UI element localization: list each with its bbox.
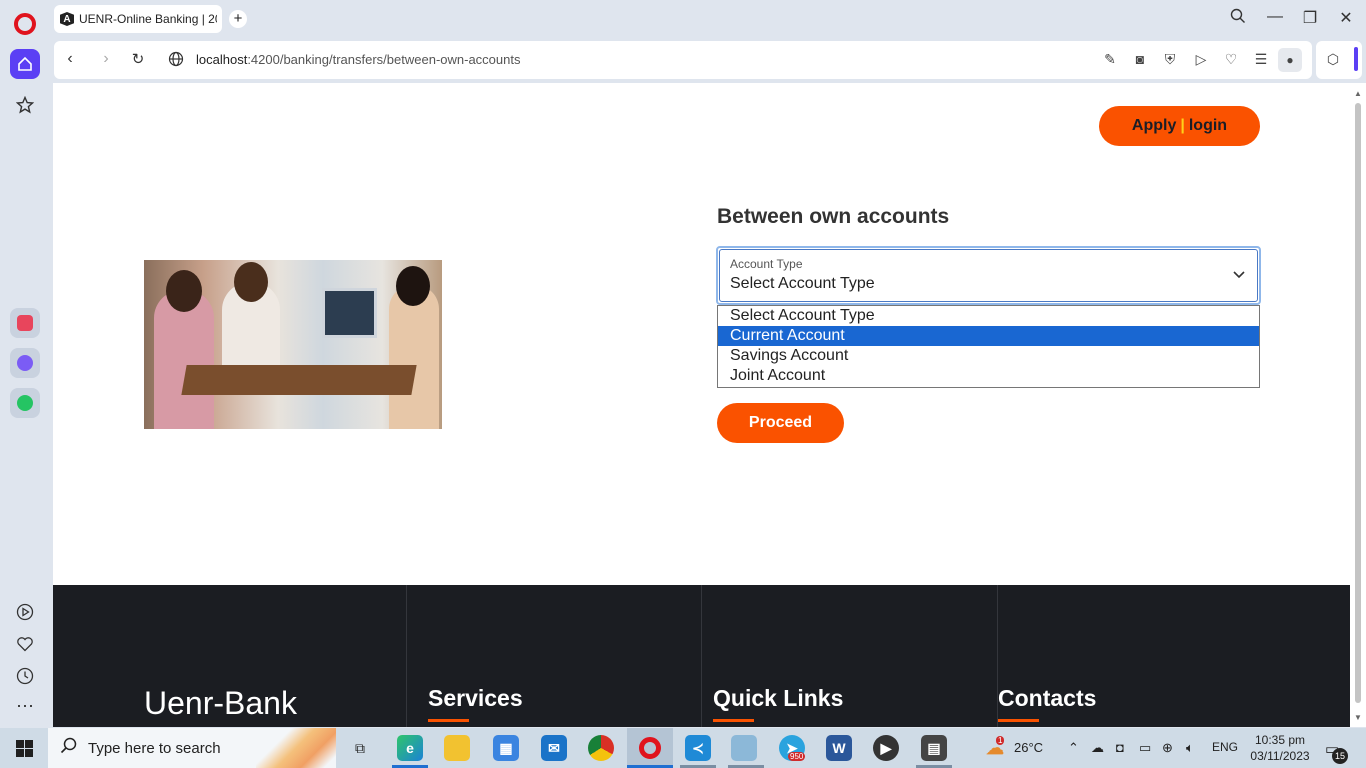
footer-services-heading: Services <box>428 685 523 711</box>
login-link[interactable]: login <box>1189 117 1227 135</box>
messenger-icon[interactable] <box>10 348 40 378</box>
forward-icon[interactable]: › <box>96 50 116 68</box>
camera-tray-icon[interactable]: ◘ <box>1116 740 1124 755</box>
opera-sidebar: ⋯ <box>0 0 50 728</box>
aria-app-icon[interactable] <box>10 308 40 338</box>
account-type-label: Account Type <box>730 257 803 271</box>
taskbar-search[interactable]: Type here to search <box>48 728 336 768</box>
chevron-up-icon[interactable]: ⌃ <box>1068 740 1079 756</box>
notes-app-icon[interactable] <box>731 735 757 761</box>
volume-icon[interactable]: 🔈︎ <box>1186 740 1194 756</box>
option-savings-account[interactable]: Savings Account <box>718 346 1259 366</box>
mail-icon[interactable]: ✉ <box>541 735 567 761</box>
heading-underline <box>998 719 1039 722</box>
opera-logo-icon[interactable] <box>14 13 36 35</box>
weather-cloud-icon[interactable]: ☁ <box>982 735 1008 761</box>
tab-title: UENR-Online Banking | 20 <box>79 12 217 26</box>
windows-start-icon[interactable] <box>16 740 33 757</box>
sidebar-accent-bar <box>1354 47 1358 71</box>
history-icon[interactable] <box>10 661 40 691</box>
page-title: Between own accounts <box>717 205 950 228</box>
apply-login-button[interactable]: Apply | login <box>1099 106 1260 146</box>
angular-favicon-icon: A <box>60 12 74 26</box>
media-player-icon[interactable]: ▶ <box>873 735 899 761</box>
whatsapp-icon[interactable] <box>10 388 40 418</box>
banking-meeting-photo <box>144 260 442 429</box>
edge-icon[interactable]: e <box>397 735 423 761</box>
page-viewport: Apply | login Between own accounts Accou… <box>53 83 1350 727</box>
apply-login-separator: | <box>1180 117 1185 134</box>
onedrive-icon[interactable]: ☁ <box>1091 740 1104 756</box>
notification-badge: 15 <box>1332 748 1348 764</box>
send-icon[interactable]: ▷ <box>1192 51 1210 68</box>
page-scrollbar[interactable]: ▲ ▼ <box>1350 83 1366 727</box>
new-tab-plus-icon[interactable]: + <box>229 10 247 28</box>
clock-date: 03/11/2023 <box>1250 749 1310 763</box>
proceed-button[interactable]: Proceed <box>717 403 844 443</box>
star-icon[interactable] <box>10 90 40 120</box>
more-icon[interactable]: ⋯ <box>10 691 40 721</box>
network-globe-icon[interactable]: ⊕ <box>1162 740 1173 756</box>
back-icon[interactable]: ‹ <box>60 50 80 68</box>
adblock-shield-icon[interactable]: ⛨ <box>1161 51 1179 68</box>
windows-taskbar: Type here to search ⧉ e ▦ ✉ ≺ ➤ 950 W ▶ … <box>0 728 1366 768</box>
language-indicator[interactable]: ENG <box>1212 740 1238 754</box>
player-icon[interactable] <box>10 597 40 627</box>
extensions-box: ⬡ <box>1316 41 1362 79</box>
footer-divider <box>406 585 407 727</box>
battery-icon[interactable]: ▭ <box>1139 740 1151 756</box>
microsoft-store-icon[interactable]: ▦ <box>493 735 519 761</box>
heart-icon[interactable] <box>10 629 40 659</box>
footer-brand: Uenr-Bank <box>144 685 297 721</box>
file-explorer-icon[interactable] <box>444 735 470 761</box>
footer-divider <box>701 585 702 727</box>
url-field[interactable]: localhost:4200/banking/transfers/between… <box>196 52 520 67</box>
video-editor-icon[interactable]: ▤ <box>921 735 947 761</box>
heading-underline <box>713 719 754 722</box>
reload-icon[interactable]: ↻ <box>128 50 148 68</box>
account-type-value: Select Account Type <box>730 275 875 292</box>
browser-tab[interactable]: A UENR-Online Banking | 20 <box>54 5 222 33</box>
address-bar: ‹ › ↻ localhost:4200/banking/transfers/b… <box>54 41 1312 79</box>
footer: Uenr-Bank Services Quick Links Contacts <box>53 585 1350 727</box>
temperature[interactable]: 26°C <box>1014 740 1043 755</box>
globe-icon <box>166 51 186 72</box>
easy-setup-icon[interactable]: ☰ <box>1252 51 1270 68</box>
scrollbar-thumb[interactable] <box>1355 103 1361 703</box>
chrome-icon[interactable] <box>588 735 614 761</box>
extensions-cube-icon[interactable]: ⬡ <box>1324 51 1342 68</box>
account-type-select[interactable]: Account Type Select Account Type <box>716 246 1261 305</box>
vscode-icon[interactable]: ≺ <box>685 735 711 761</box>
search-highlight-image <box>256 728 336 768</box>
home-icon[interactable] <box>10 49 40 79</box>
chevron-down-icon <box>1233 266 1245 282</box>
clock-time: 10:35 pm <box>1254 733 1306 747</box>
restore-icon[interactable]: ❐ <box>1299 8 1321 28</box>
option-current-account[interactable]: Current Account <box>718 326 1259 346</box>
search-tabs-icon[interactable] <box>1227 8 1249 29</box>
minimize-icon[interactable]: — <box>1264 8 1286 26</box>
camera-icon[interactable]: ◙ <box>1131 51 1149 67</box>
task-view-icon[interactable]: ⧉ <box>347 735 373 761</box>
snapshot-edit-icon[interactable]: ✎ <box>1101 51 1119 68</box>
search-icon <box>60 737 78 760</box>
system-clock[interactable]: 10:35 pm 03/11/2023 <box>1246 732 1314 764</box>
apply-link[interactable]: Apply <box>1132 117 1176 135</box>
option-select-account-type[interactable]: Select Account Type <box>718 306 1259 326</box>
option-joint-account[interactable]: Joint Account <box>718 366 1259 386</box>
opera-taskbar-icon[interactable] <box>637 735 663 761</box>
close-icon[interactable]: ✕ <box>1335 8 1357 28</box>
heading-underline <box>428 719 469 722</box>
search-placeholder: Type here to search <box>88 740 221 757</box>
word-icon[interactable]: W <box>826 735 852 761</box>
account-type-dropdown: Select Account Type Current Account Savi… <box>717 305 1260 388</box>
profile-icon[interactable]: ● <box>1278 48 1302 72</box>
footer-contacts-heading: Contacts <box>998 685 1097 711</box>
bookmark-heart-icon[interactable]: ♡ <box>1222 51 1240 68</box>
footer-quick-links-heading: Quick Links <box>713 685 844 711</box>
telegram-badge: 950 <box>788 752 806 761</box>
